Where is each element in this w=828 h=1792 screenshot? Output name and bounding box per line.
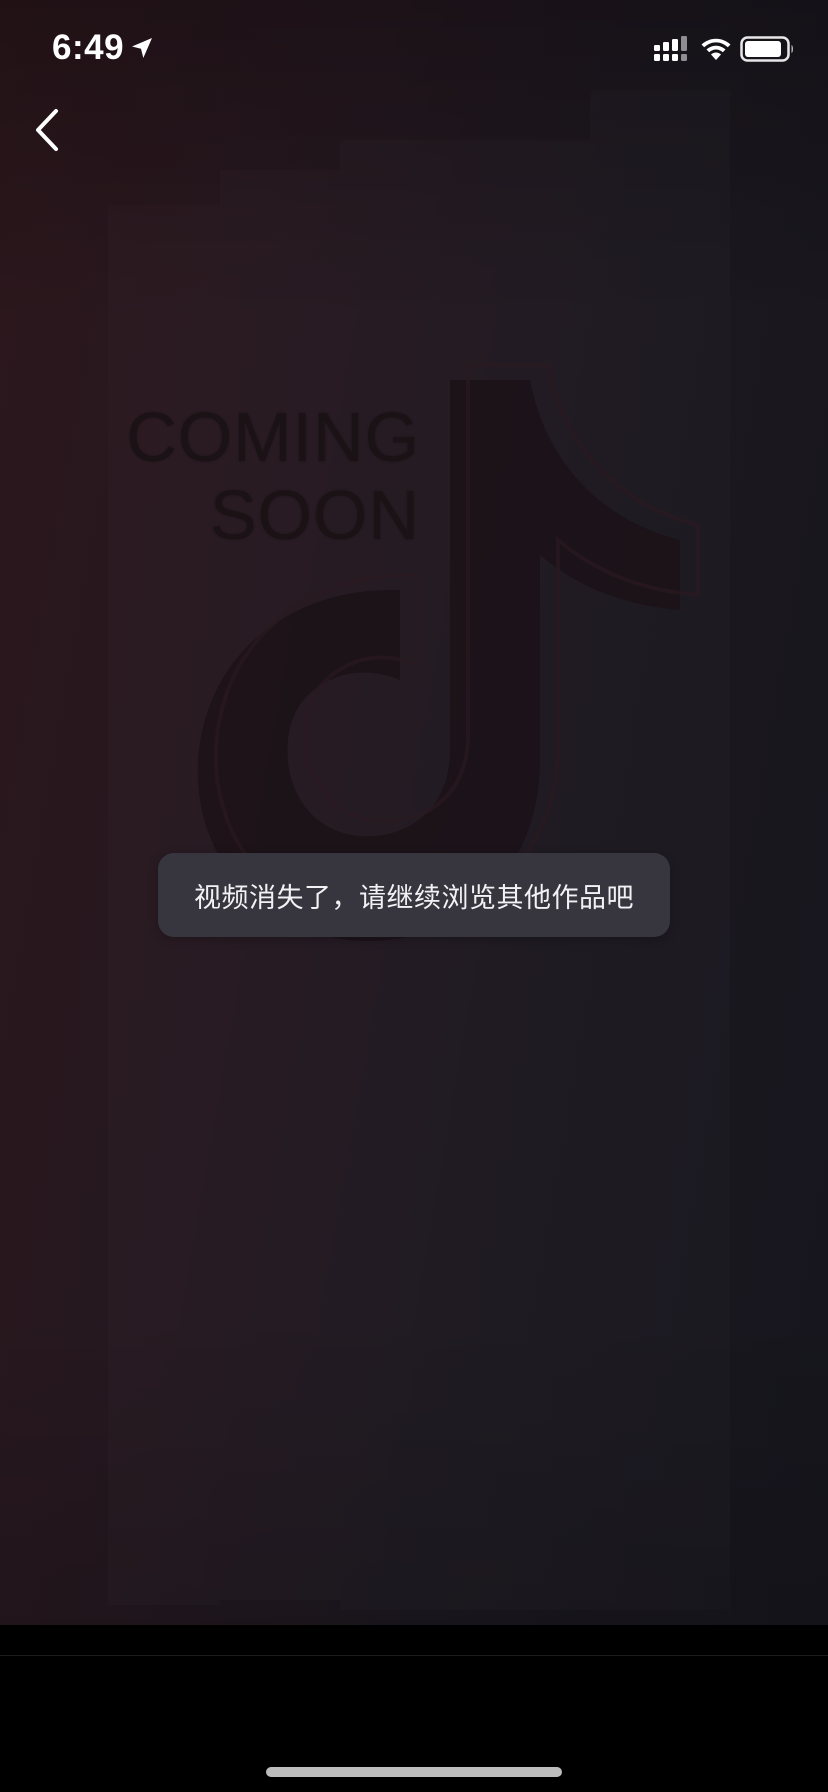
- coming-soon-line-1: COMING: [126, 398, 420, 476]
- toast-message: 视频消失了，请继续浏览其他作品吧: [194, 882, 634, 914]
- status-time: 6:49: [52, 28, 125, 67]
- battery-icon: [740, 36, 793, 62]
- cellular-signal-icon: [654, 36, 687, 61]
- location-arrow-icon: [132, 38, 152, 58]
- back-button[interactable]: [22, 100, 72, 160]
- wifi-icon: [701, 38, 731, 60]
- home-indicator[interactable]: [266, 1767, 562, 1777]
- bottom-bar: [0, 1625, 828, 1792]
- video-area: COMING SOON: [0, 0, 828, 1625]
- status-bar: 6:49: [0, 0, 828, 100]
- coming-soon-line-2: SOON: [209, 476, 420, 554]
- bottom-divider: [0, 1655, 828, 1656]
- chevron-left-icon: [36, 109, 58, 151]
- coming-soon-text: COMING SOON: [80, 398, 420, 554]
- screen: COMING SOON 6:49 视频消失了，请继续浏览其他作品吧: [0, 0, 828, 1792]
- tiktok-logo-graphic: [197, 363, 700, 941]
- toast-notification: 视频消失了，请继续浏览其他作品吧: [158, 853, 670, 937]
